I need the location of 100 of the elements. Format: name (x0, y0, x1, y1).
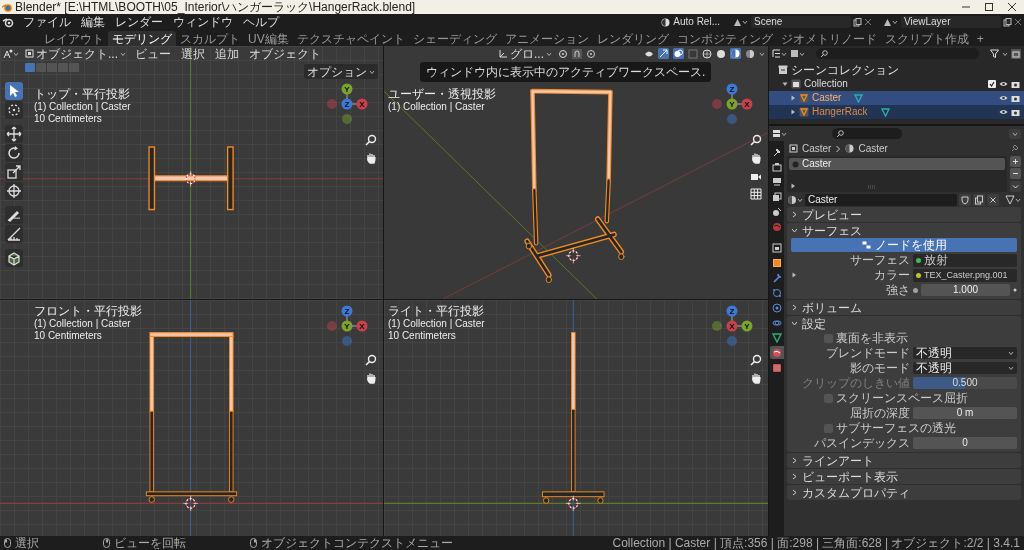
workspace-tab[interactable]: コンポジティング (672, 31, 777, 46)
panel-header[interactable]: ビューポート表示 (787, 469, 1021, 484)
overlay-toggle-icon[interactable] (673, 48, 684, 59)
new-collection-icon[interactable] (1011, 48, 1021, 59)
workspace-tab[interactable]: モデリング (108, 31, 176, 46)
hanger-rack-drawing[interactable] (148, 146, 234, 211)
camera-icon[interactable] (1011, 94, 1020, 102)
menu-item[interactable]: ビュー (132, 47, 174, 60)
physics-tab[interactable] (769, 301, 784, 314)
panel-header[interactable]: ボリューム (787, 300, 1021, 315)
workspace-tab[interactable]: テクスチャペイント (292, 31, 409, 46)
pivot-icon[interactable] (558, 48, 568, 59)
menu-item[interactable]: ウィンドウ (169, 16, 237, 28)
menu-item[interactable]: オブジェクト (246, 47, 324, 60)
remove-icon[interactable] (1010, 168, 1021, 179)
outliner-row[interactable]: シーンコレクション (769, 63, 1024, 77)
menu-item[interactable]: 追加 (212, 47, 242, 60)
workspace-tab[interactable]: スクリプト作成 (880, 31, 973, 46)
3d-cursor-icon[interactable] (565, 247, 581, 264)
hand-icon[interactable] (365, 372, 377, 384)
node-tree-button[interactable] (1005, 194, 1021, 205)
add-workspace-button[interactable]: + (972, 31, 988, 46)
wireframe-shading-icon[interactable] (702, 48, 712, 59)
panel-header[interactable]: 設定 (787, 316, 1021, 331)
3d-cursor-icon[interactable] (183, 170, 199, 187)
duplicate-icon[interactable] (853, 17, 862, 27)
hanger-rack-drawing[interactable] (542, 332, 605, 504)
outliner-row[interactable]: HangerRack (769, 105, 1024, 119)
transform-tool[interactable] (5, 182, 23, 200)
fake-user-icon[interactable] (959, 193, 971, 206)
duplicate-icon[interactable] (1003, 17, 1012, 27)
annotate-tool[interactable] (5, 206, 23, 224)
rendered-shading-icon[interactable] (745, 48, 755, 59)
hanger-rack-drawing[interactable] (524, 88, 625, 284)
menu-item[interactable]: ヘルプ (239, 16, 283, 28)
options-dropdown[interactable]: オプション (304, 64, 378, 79)
mode-dropdown[interactable]: オブジェクト... (23, 47, 128, 60)
material-shading-icon[interactable] (730, 48, 741, 59)
zoom-icon[interactable] (365, 354, 377, 366)
render-tab[interactable] (769, 160, 784, 173)
navigation-gizmo[interactable]: Z Y X (327, 305, 368, 346)
material-slot[interactable]: Caster (789, 158, 1005, 170)
camera-icon[interactable] (1011, 80, 1020, 88)
workspace-tab[interactable]: アニメーション (500, 31, 593, 46)
proportional-icon[interactable] (586, 48, 596, 59)
add-cube-tool[interactable] (5, 249, 23, 267)
mesh-data-tab[interactable] (769, 331, 784, 344)
orientation-dropdown[interactable]: グロ... (497, 47, 554, 60)
chevron-down-icon[interactable] (1010, 181, 1021, 192)
expand-icon[interactable] (791, 272, 797, 278)
workspace-tab[interactable]: シェーディング (408, 31, 501, 46)
navigation-gizmo[interactable]: Z Y X (712, 83, 753, 124)
view-layer-selector-button[interactable] (882, 17, 899, 27)
workspace-tab[interactable]: ジオメトリノード (776, 31, 881, 46)
outliner-row[interactable]: Caster (769, 91, 1024, 105)
dropdown-field[interactable]: 不透明 (913, 362, 1017, 374)
expand-icon[interactable] (790, 109, 796, 115)
shader-link-field[interactable]: 放射 (913, 253, 1017, 267)
grid-icon[interactable] (750, 188, 762, 200)
number-field[interactable]: 0 (913, 437, 1017, 449)
rotate-tool[interactable] (5, 144, 23, 162)
workspace-tab[interactable]: レイアウト (40, 31, 108, 46)
camera-icon[interactable] (1011, 108, 1020, 116)
render-engine-button[interactable]: Auto Rel... (659, 17, 722, 27)
zoom-icon[interactable] (750, 354, 762, 366)
duplicate-icon[interactable] (973, 193, 985, 206)
breadcrumb-item[interactable]: Caster (858, 143, 888, 154)
3d-cursor-icon[interactable] (565, 495, 581, 512)
expand-icon[interactable] (790, 183, 796, 189)
visibility-icon[interactable] (999, 108, 1008, 116)
view-layer-name-field[interactable]: ViewLayer (901, 16, 1001, 28)
navigation-gizmo[interactable]: Y Z X (327, 83, 368, 124)
menu-item[interactable]: 編集 (77, 16, 109, 28)
visibility-icon[interactable] (999, 94, 1008, 102)
dropdown-field[interactable]: 不透明 (913, 347, 1017, 359)
filter-type-button[interactable] (790, 49, 805, 58)
select-box-tool[interactable] (5, 82, 23, 100)
search-field[interactable] (816, 48, 979, 59)
search-field[interactable] (832, 128, 902, 139)
breadcrumb-item[interactable]: Caster (802, 143, 832, 154)
move-tool[interactable] (5, 125, 23, 143)
material-tab[interactable] (769, 346, 784, 359)
outliner-row[interactable]: Collection (769, 77, 1024, 91)
zoom-icon[interactable] (365, 134, 377, 146)
collapse-icon[interactable] (782, 81, 788, 87)
panel-header[interactable]: プレビュー (787, 207, 1021, 222)
panel-header[interactable]: カスタムプロパティ (787, 485, 1021, 500)
3d-cursor-icon[interactable] (183, 495, 199, 512)
panel-header[interactable]: ラインアート (787, 453, 1021, 468)
hand-icon[interactable] (365, 152, 377, 164)
gizmo-toggle-icon[interactable] (658, 48, 669, 59)
display-mode-button[interactable] (772, 49, 787, 58)
hanger-rack-drawing[interactable] (145, 332, 238, 503)
scene-name-field[interactable]: Scene (751, 16, 851, 28)
pin-icon[interactable] (1010, 144, 1019, 153)
keyframe-dot-icon[interactable] (1013, 288, 1017, 292)
panel-header[interactable]: サーフェス (787, 223, 1021, 238)
measure-tool[interactable] (5, 225, 23, 243)
hand-icon[interactable] (750, 372, 762, 384)
use-nodes-button[interactable]: ノードを使用 (791, 238, 1017, 252)
